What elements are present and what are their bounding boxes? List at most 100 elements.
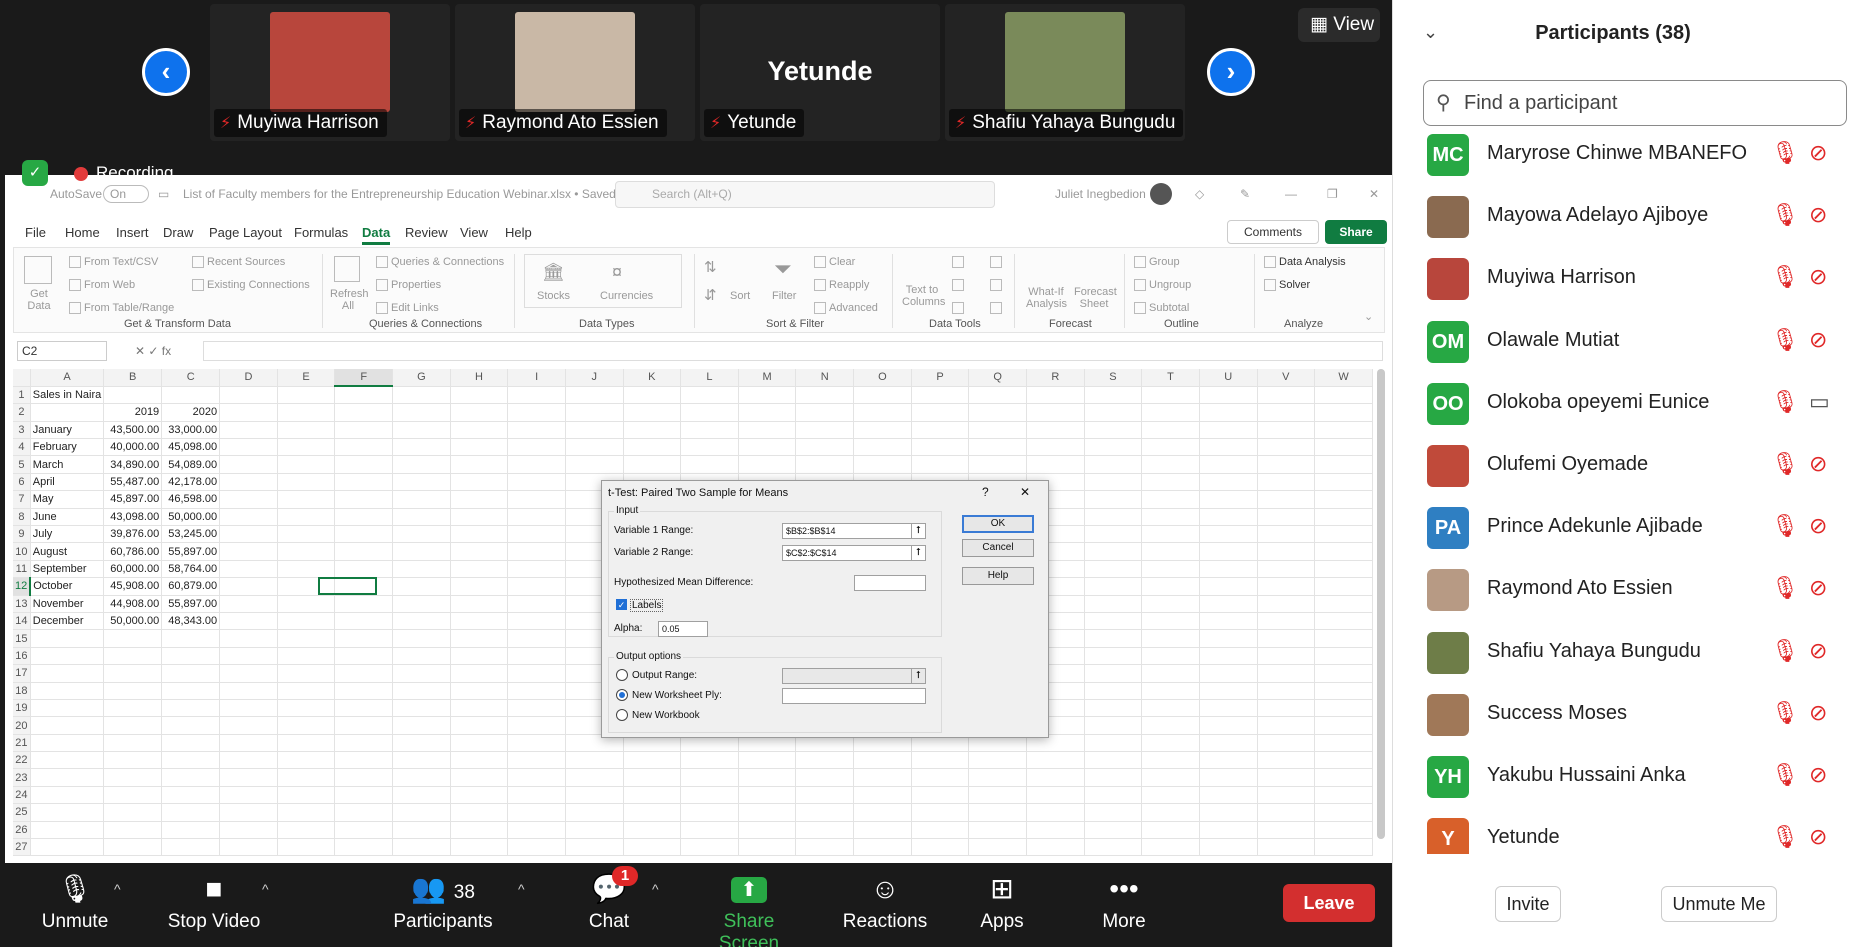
cell[interactable] [1314,699,1373,718]
recent-sources-button[interactable]: Recent Sources [192,256,285,269]
cell[interactable] [30,664,105,683]
name-box[interactable]: C2 [17,341,107,361]
help-button[interactable]: Help [962,567,1034,585]
cell[interactable] [565,838,624,857]
cell[interactable] [219,542,278,561]
cell[interactable] [1084,716,1143,735]
cell[interactable] [1199,716,1258,735]
video-tile[interactable]: ⚡ Muyiwa Harrison [210,4,450,141]
cell[interactable] [450,768,509,787]
cell[interactable] [1199,473,1258,492]
cell[interactable] [219,508,278,527]
cell[interactable] [795,786,855,805]
hyp-mean-input[interactable] [854,575,926,591]
cell[interactable] [277,508,336,527]
cell[interactable] [1026,421,1085,440]
tab-formulas[interactable]: Formulas [294,225,348,240]
cell[interactable] [450,542,509,561]
cell[interactable]: 58,764.00 [161,560,221,579]
row-header[interactable]: 2 [13,403,31,422]
cell[interactable] [1084,421,1143,440]
cell[interactable] [1314,577,1373,596]
row-header[interactable]: 9 [13,525,31,544]
tab-review[interactable]: Review [405,225,448,240]
video-options-caret[interactable]: ^ [262,881,269,897]
cell[interactable] [392,821,451,840]
cell[interactable] [738,803,797,822]
cell[interactable] [30,629,105,648]
cell[interactable] [507,438,566,457]
cell[interactable] [507,612,566,631]
cell[interactable] [334,664,394,683]
cell[interactable] [911,803,970,822]
cell[interactable] [334,542,394,561]
cell[interactable] [1314,803,1373,822]
cell[interactable] [1026,751,1085,770]
column-header[interactable]: C [161,369,221,387]
cell[interactable] [1257,821,1316,840]
cell[interactable] [1314,455,1373,474]
comments-button[interactable]: Comments [1227,220,1319,244]
cell[interactable] [968,421,1027,440]
cell[interactable] [30,716,105,735]
cell[interactable] [277,751,336,770]
cell[interactable] [450,734,509,753]
cell[interactable] [334,786,394,805]
cell[interactable] [392,803,451,822]
cell[interactable] [1084,803,1143,822]
cell[interactable]: 55,487.00 [103,473,163,492]
cell[interactable] [103,734,163,753]
cell[interactable] [277,647,336,666]
vertical-scrollbar[interactable] [1377,369,1385,839]
cell[interactable]: July [30,525,105,544]
cell[interactable] [161,821,221,840]
cell[interactable] [911,421,970,440]
row-header[interactable]: 25 [13,803,31,822]
cell[interactable] [30,647,105,666]
cell[interactable] [1199,682,1258,700]
new-worksheet-input[interactable] [782,688,926,704]
reactions-button[interactable]: ☺ Reactions [840,863,930,947]
cell[interactable]: 2019 [103,403,163,422]
cell[interactable] [1199,386,1258,405]
cell[interactable] [623,803,682,822]
cell[interactable] [1199,508,1258,527]
row-header[interactable]: 22 [13,751,31,770]
cell[interactable] [1314,612,1373,631]
cell[interactable] [277,734,336,753]
cell[interactable] [795,751,855,770]
tab-draw[interactable]: Draw [163,225,193,240]
cell[interactable] [103,386,163,405]
cell[interactable] [853,751,912,770]
alpha-input[interactable]: 0.05 [658,621,708,637]
cell[interactable] [1199,421,1258,440]
cell[interactable] [1257,716,1316,735]
cell[interactable] [1141,716,1200,735]
cell[interactable] [507,664,566,683]
row-header[interactable]: 8 [13,508,31,527]
participant-row[interactable]: Raymond Ato Essien 🎙 ⊘ [1393,559,1860,621]
cell[interactable] [334,821,394,840]
cell[interactable] [507,629,566,648]
cell[interactable] [334,490,394,509]
column-header[interactable]: M [738,369,797,387]
column-header[interactable]: H [450,369,509,387]
tab-page-layout[interactable]: Page Layout [209,225,282,240]
cell[interactable] [1084,629,1143,648]
range-picker-icon[interactable]: ⭡ [911,524,925,538]
share-button[interactable]: Share [1325,220,1387,244]
cell[interactable]: October [30,577,105,596]
cell[interactable] [277,786,336,805]
cell[interactable] [623,821,682,840]
enter-icon[interactable]: ✓ [148,344,161,358]
cell[interactable] [219,490,278,509]
stop-video-button[interactable]: ■ Stop Video [160,863,268,947]
cell[interactable] [277,438,336,457]
participant-row[interactable]: OO Olokoba opeyemi Eunice 🎙 ▭ [1393,373,1860,435]
cell[interactable] [334,734,394,753]
get-data-button[interactable]: Get Data [22,288,56,312]
cell[interactable] [161,803,221,822]
cell[interactable] [1141,421,1200,440]
row-header[interactable]: 18 [13,682,31,700]
cell[interactable] [161,751,221,770]
